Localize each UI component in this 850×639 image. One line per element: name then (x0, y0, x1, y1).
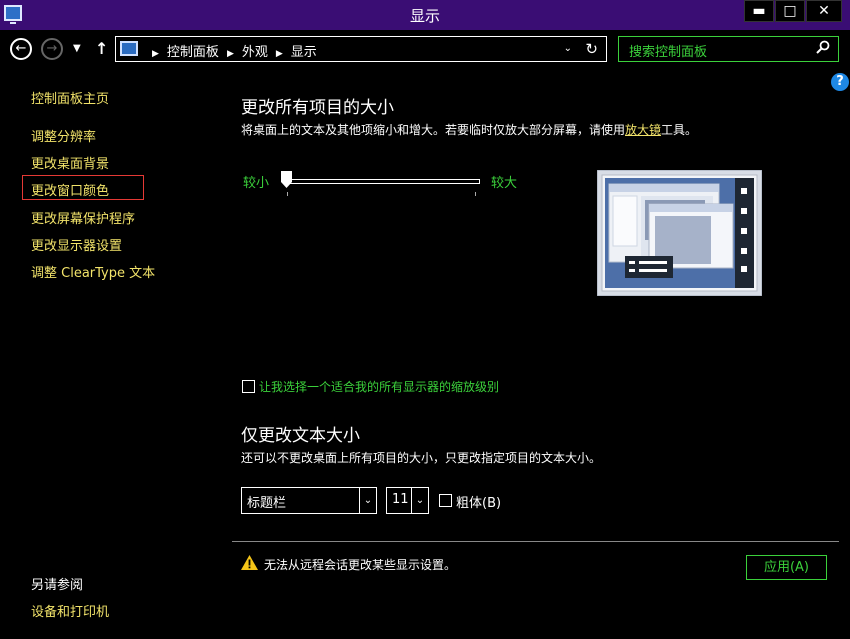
apply-button[interactable]: 应用(A) (746, 555, 827, 580)
breadcrumb-item-control-panel[interactable]: 控制面板 (167, 45, 219, 60)
chevron-right-icon: ▶ (152, 49, 159, 59)
title-bar: 显示 ▬ □ ✕ (0, 0, 850, 30)
recent-locations-dropdown[interactable]: ▼ (73, 43, 81, 54)
refresh-icon[interactable]: ↻ (585, 40, 598, 58)
control-panel-icon (120, 41, 138, 56)
navigation-bar: ← → ▼ ↑ ▶ 控制面板 ▶ 外观 ▶ 显示 ⌄ ↻ 搜索控制面板 (0, 30, 850, 68)
sidebar-item-adjust-resolution[interactable]: 调整分辨率 (31, 126, 96, 145)
breadcrumb-item-appearance[interactable]: 外观 (242, 45, 268, 60)
size-slider-thumb[interactable] (281, 171, 292, 188)
search-input[interactable]: 搜索控制面板 (618, 36, 839, 62)
selection-highlight (22, 175, 144, 200)
slider-tick (287, 192, 288, 196)
arrow-right-icon: → (46, 41, 58, 56)
warning-icon (241, 555, 258, 570)
close-button[interactable]: ✕ (806, 0, 842, 22)
up-level-button[interactable]: ↑ (95, 39, 108, 58)
chevron-right-icon[interactable]: ▶ (227, 49, 234, 59)
custom-scaling-checkbox[interactable] (242, 380, 255, 393)
minimize-button[interactable]: ▬ (744, 0, 774, 22)
sidebar-item-change-desktop-background[interactable]: 更改桌面背景 (31, 153, 109, 172)
size-description-suffix: 工具。 (661, 123, 698, 137)
text-size-description: 还可以不更改桌面上所有项目的大小，只更改指定项目的文本大小。 (241, 451, 602, 465)
maximize-button[interactable]: □ (775, 0, 805, 22)
size-slider-track[interactable] (287, 179, 480, 184)
bold-label[interactable]: 粗体(B) (456, 492, 501, 511)
text-size-heading: 仅更改文本大小 (241, 426, 360, 446)
display-preview-image (597, 170, 762, 296)
forward-button[interactable]: → (41, 38, 63, 60)
font-size-value: 11 (392, 492, 409, 507)
slider-tick (475, 192, 476, 196)
sidebar-item-change-display-settings[interactable]: 更改显示器设置 (31, 235, 122, 254)
back-button[interactable]: ← (10, 38, 32, 60)
page-title: 更改所有项目的大小 (241, 98, 394, 118)
sidebar-item-devices-and-printers[interactable]: 设备和打印机 (31, 601, 109, 620)
breadcrumb-item-display[interactable]: 显示 (291, 45, 317, 60)
text-item-select[interactable]: 标题栏 ⌄ (241, 487, 377, 514)
slider-max-label: 较大 (491, 176, 518, 191)
bold-checkbox[interactable] (439, 494, 452, 507)
arrow-left-icon: ← (15, 41, 27, 56)
see-also-heading: 另请参阅 (31, 578, 84, 593)
search-placeholder: 搜索控制面板 (629, 45, 708, 60)
remote-session-warning: 无法从远程会话更改某些显示设置。 (264, 558, 457, 572)
chevron-down-icon[interactable]: ⌄ (411, 488, 428, 513)
font-size-select[interactable]: 11 ⌄ (386, 487, 429, 514)
text-item-value: 标题栏 (247, 496, 287, 511)
magnifier-link[interactable]: 放大镜 (625, 123, 661, 137)
help-icon[interactable]: ? (831, 73, 849, 91)
search-icon[interactable] (816, 40, 830, 54)
custom-scaling-label[interactable]: 让我选择一个适合我的所有显示器的缩放级别 (259, 378, 499, 395)
sidebar-item-change-screensaver[interactable]: 更改屏幕保护程序 (31, 208, 135, 227)
sidebar-item-adjust-cleartype[interactable]: 调整 ClearType 文本 (31, 262, 155, 281)
chevron-down-icon[interactable]: ⌄ (359, 488, 376, 513)
size-description-text: 将桌面上的文本及其他项缩小和增大。若要临时仅放大部分屏幕，请使用 (241, 123, 626, 137)
chevron-down-icon[interactable]: ⌄ (564, 43, 572, 54)
sidebar-item-control-panel-home[interactable]: 控制面板主页 (31, 88, 109, 107)
address-bar[interactable]: ▶ 控制面板 ▶ 外观 ▶ 显示 ⌄ ↻ (115, 36, 607, 62)
breadcrumb: ▶ 控制面板 ▶ 外观 ▶ 显示 (144, 41, 317, 60)
size-description: 将桌面上的文本及其他项缩小和增大。若要临时仅放大部分屏幕，请使用放大镜工具。 (241, 121, 697, 138)
slider-min-label: 较小 (243, 176, 270, 191)
window-title: 显示 (409, 7, 440, 25)
section-divider (232, 541, 839, 542)
chevron-right-icon[interactable]: ▶ (276, 49, 283, 59)
